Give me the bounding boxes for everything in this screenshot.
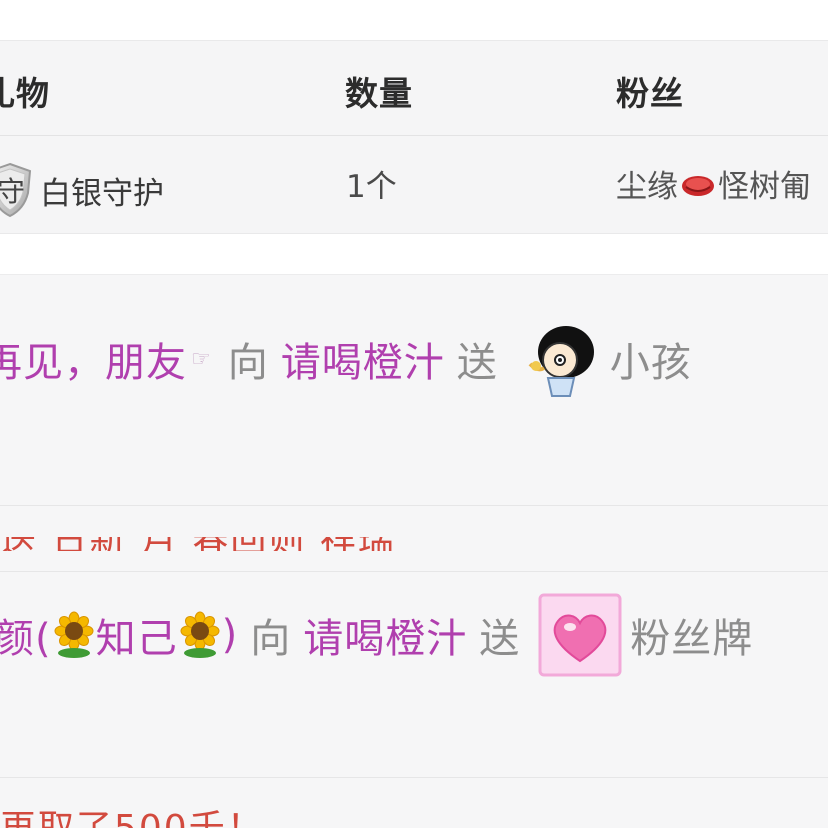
message-sender-left[interactable]: 颜( (0, 606, 52, 664)
fan-name: 怪树匍 (718, 169, 811, 205)
feed-message[interactable]: 再见，朋友 ☞ 向 请喝橙汁 送 小孩 (0, 319, 828, 399)
message-sender[interactable]: 再见，朋友 (0, 330, 187, 388)
cartoon-kid-gift-icon (516, 316, 602, 402)
table-header: 礼物 数量 粉丝 (0, 41, 828, 135)
partial-red-text: 送 日新 月 春回则 祥瑞 (0, 537, 396, 551)
message-verb: 向 (227, 340, 269, 386)
message-divider (0, 571, 828, 572)
gift-table: 礼物 数量 粉丝 (0, 40, 828, 234)
message-gift-name: 小孩 (609, 340, 692, 386)
feed-message[interactable]: 颜( 知己) 向 请喝橙汁 送 粉丝牌 (0, 593, 828, 677)
heart-gift-icon (538, 593, 622, 677)
gift-cell: 守 白银守护 (0, 161, 164, 219)
partial-red-text: 再取了500千！ (0, 808, 265, 828)
message-divider (0, 505, 828, 506)
sunflower-icon (52, 611, 96, 659)
message-action: 送 (479, 616, 521, 662)
gift-record-page: 礼物 数量 粉丝 (0, 0, 828, 828)
fan-medal-icon (680, 171, 716, 197)
header-gift: 礼物 (0, 74, 50, 113)
message-sender-mid[interactable]: 知己 (96, 606, 178, 664)
gift-name: 白银守护 (40, 175, 164, 212)
table-row[interactable]: 守 白银守护 1个 尘缘 怪树匍 (0, 136, 828, 232)
message-sender-right[interactable]: ) (222, 612, 239, 658)
silver-shield-icon: 守 (0, 161, 34, 219)
message-action: 送 (456, 340, 498, 386)
sunflower-icon (178, 611, 222, 659)
header-fans: 粉丝 (616, 74, 684, 113)
message-recipient[interactable]: 请喝橙汁 (281, 330, 445, 388)
fan-cell: 尘缘 怪树匍 (616, 161, 811, 206)
header-quantity: 数量 (345, 74, 413, 113)
message-verb: 向 (250, 616, 292, 662)
message-recipient[interactable]: 请喝橙汁 (303, 606, 467, 664)
pointer-hand-icon: ☞ (191, 346, 212, 372)
partial-red-message: 再取了500千！ (0, 807, 828, 828)
gift-message-feed: 再见，朋友 ☞ 向 请喝橙汁 送 小孩 送 日新 月 春回则 祥瑞 (0, 274, 828, 828)
message-divider (0, 777, 828, 778)
quantity-cell: 1个 (346, 169, 397, 205)
fan-prefix: 尘缘 (616, 169, 678, 205)
shield-badge-char: 守 (0, 175, 26, 208)
message-gift-name: 粉丝牌 (630, 616, 754, 662)
partial-red-message: 送 日新 月 春回则 祥瑞 (0, 537, 828, 551)
